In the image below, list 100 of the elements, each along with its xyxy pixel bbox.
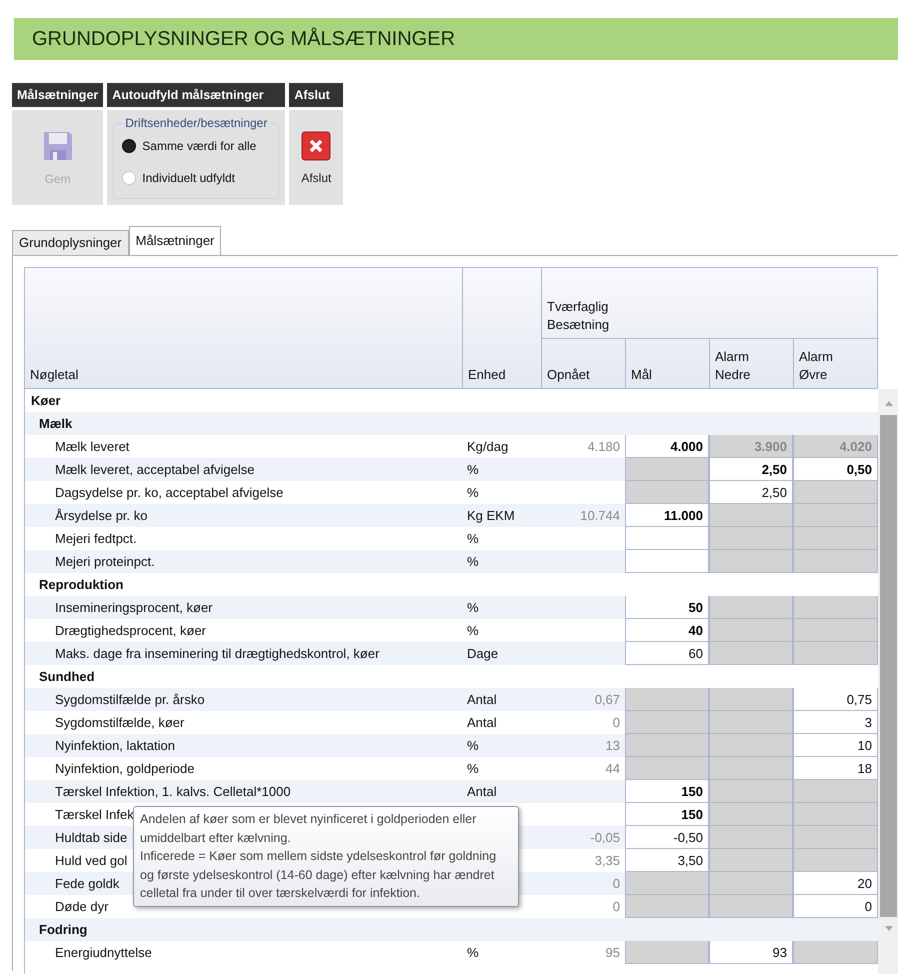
close-icon xyxy=(301,130,332,160)
group-label: Mælk xyxy=(39,416,72,431)
row-label: Mælk leveret, acceptabel afvigelse xyxy=(55,462,254,477)
achieved-value: 3,35 xyxy=(594,852,621,870)
locked-cell: 4.020 xyxy=(793,435,878,458)
group-legend: Driftsenheder/besætninger xyxy=(122,116,270,130)
group-label: Køer xyxy=(31,393,61,408)
locked-cell: 3.900 xyxy=(709,435,793,458)
page-title: GRUNDOPLYSNINGER OG MÅLSÆTNINGER xyxy=(32,28,456,50)
value-input[interactable] xyxy=(625,527,709,550)
row-label: Huld ved gol xyxy=(55,853,128,868)
row-label: Huldtab side xyxy=(55,830,128,845)
value-input[interactable]: 2,50 xyxy=(709,458,793,481)
unit-label: Antal xyxy=(467,715,497,730)
group-label: Sundhed xyxy=(39,669,95,684)
row-label: Sygdomstilfælde pr. årsko xyxy=(55,692,205,707)
row-label: Mejeri fedtpct. xyxy=(55,531,137,546)
unit-label: % xyxy=(467,531,479,546)
ribbon-group-header: Autoudfyld målsætninger xyxy=(107,83,286,107)
value-input[interactable]: 18 xyxy=(793,757,878,780)
unit-label: % xyxy=(467,623,479,638)
group-label: Reproduktion xyxy=(39,577,124,592)
value-input[interactable] xyxy=(625,550,709,573)
value-input[interactable]: 0,50 xyxy=(793,458,878,481)
value-input[interactable]: 150 xyxy=(625,780,709,803)
achieved-value: 4.180 xyxy=(586,438,621,456)
value-input[interactable]: 3,50 xyxy=(625,849,709,872)
scroll-thumb[interactable] xyxy=(880,415,897,917)
value-input[interactable]: 4.000 xyxy=(625,435,709,458)
row-label: Årsydelse pr. ko xyxy=(55,508,148,523)
achieved-value: 0 xyxy=(612,898,621,916)
value-input[interactable]: -0,50 xyxy=(625,826,709,849)
row-label: Fede goldk xyxy=(55,876,120,891)
value-input[interactable]: 0,75 xyxy=(793,688,878,711)
value-input[interactable]: 93 xyxy=(709,941,793,964)
unit-label: Antal xyxy=(467,784,497,799)
row-label: Sygdomstilfælde, køer xyxy=(55,715,184,730)
row-label: Dagsydelse pr. ko, acceptabel afvigelse xyxy=(55,485,284,500)
unit-label: Kg EKM xyxy=(467,508,515,523)
column-header: Opnået xyxy=(542,339,626,388)
scrollbar[interactable] xyxy=(878,389,898,974)
ribbon-group-header: Afslut xyxy=(289,83,344,107)
row-label: Mælk leveret xyxy=(55,439,130,454)
value-input[interactable]: 20 xyxy=(793,872,878,895)
radio-icon[interactable] xyxy=(122,139,136,153)
unit-label: % xyxy=(467,485,479,500)
unit-label: % xyxy=(467,945,479,960)
row-label: Tærskel Infek xyxy=(55,807,134,822)
tab[interactable]: Grundoplysninger xyxy=(12,230,129,255)
achieved-value: 0 xyxy=(612,714,621,732)
tab[interactable]: Målsætninger xyxy=(128,226,222,255)
row-label: Nyinfektion, goldperiode xyxy=(55,761,194,776)
radio-label: Individuelt udfyldt xyxy=(142,171,235,185)
unit-label: Antal xyxy=(467,692,497,707)
row-label: Nyinfektion, laktation xyxy=(55,738,175,753)
unit-label: Kg/dag xyxy=(467,439,508,454)
row-label: Insemineringsprocent, køer xyxy=(55,600,213,615)
column-group-header: Tværfaglig Besætning xyxy=(542,268,879,339)
tooltip-text: Andelen af køer som er blevet nyinficeret i goldperioden eller umiddelbart efter kælvning. xyxy=(140,811,478,847)
value-input[interactable]: 150 xyxy=(625,803,709,826)
achieved-value: 13 xyxy=(604,737,621,755)
value-input[interactable]: 2,50 xyxy=(709,481,793,504)
tooltip-text: Inficerede = Køer som mellem sidste ydelseskontrol før goldning og første ydelseskontrol (14-60 dage) efter kælvning har ændret celletal fra under til over tærskelværdi for infektion. xyxy=(140,848,498,902)
column-header: Alarm Nedre xyxy=(710,339,794,388)
value-input[interactable]: 50 xyxy=(625,596,709,619)
column-header: Nøgletal xyxy=(25,268,463,388)
unit-label: % xyxy=(467,761,479,776)
unit-label: % xyxy=(467,462,479,477)
column-header: Enhed xyxy=(463,268,542,388)
column-header: Mål xyxy=(626,339,710,388)
group-label: Fodring xyxy=(39,922,88,937)
unit-label: Dage xyxy=(467,646,498,661)
scroll-down-icon[interactable] xyxy=(884,925,894,933)
save-icon xyxy=(42,130,74,162)
row-label: Tærskel Infektion, 1. kalvs. Celletal*1000 xyxy=(55,784,291,799)
value-input[interactable]: 3 xyxy=(793,711,878,734)
row-label: Maks. dage fra inseminering til drægtighedskontrol, køer xyxy=(55,646,380,661)
achieved-value: 10.744 xyxy=(579,507,621,525)
achieved-value: 95 xyxy=(604,944,621,962)
value-input[interactable]: 60 xyxy=(625,642,709,665)
value-input[interactable]: 11.000 xyxy=(625,504,709,527)
scroll-up-icon[interactable] xyxy=(884,399,894,407)
unit-label: % xyxy=(467,554,479,569)
row-label: Døde dyr xyxy=(55,899,108,914)
achieved-value: -0,05 xyxy=(589,829,621,847)
unit-label: % xyxy=(467,600,479,615)
radio-option[interactable]: Individuelt udfyldt xyxy=(122,171,270,185)
value-input[interactable]: 0 xyxy=(793,895,878,918)
close-button[interactable]: Afslut xyxy=(289,110,344,205)
value-input[interactable]: 10 xyxy=(793,734,878,757)
radio-option[interactable]: Samme værdi for alle xyxy=(122,139,270,153)
value-input[interactable]: 40 xyxy=(625,619,709,642)
row-label: Drægtighedsprocent, køer xyxy=(55,623,206,638)
row-label: Mejeri proteinpct. xyxy=(55,554,155,569)
achieved-value: 0,67 xyxy=(594,691,621,709)
achieved-value: 0 xyxy=(612,875,621,893)
radio-label: Samme værdi for alle xyxy=(142,139,256,153)
unit-label: % xyxy=(467,738,479,753)
achieved-value: 44 xyxy=(604,760,621,778)
ribbon-group-header: Målsætninger xyxy=(12,83,104,107)
